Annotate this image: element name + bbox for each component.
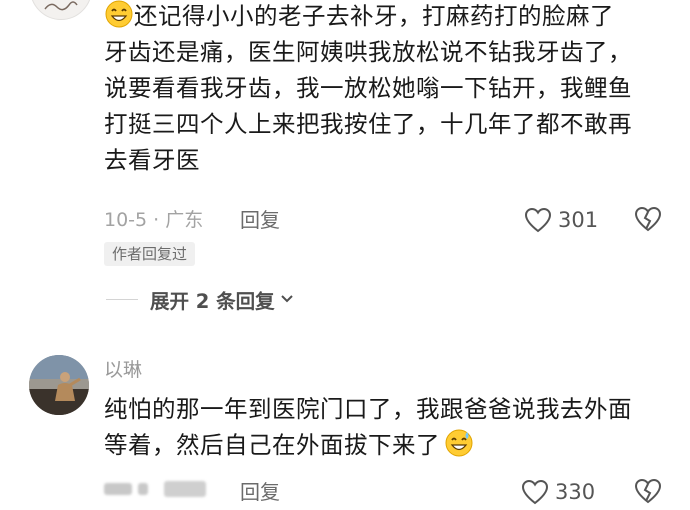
- grinning-sweat-emoji: [104, 0, 134, 29]
- avatar-person-photo: [29, 355, 89, 415]
- broken-heart-icon: [634, 478, 662, 504]
- comment-line-1: 还记得小小的老子去补牙，打麻药打的脸麻了: [104, 0, 670, 34]
- comment-body: 还记得小小的老子去补牙，打麻药打的脸麻了 牙齿还是痛，医生阿姨哄我放松说不钻我牙…: [104, 0, 670, 178]
- expand-divider: [106, 298, 138, 300]
- comment-line-2: 牙齿还是痛，医生阿姨哄我放松说不钻我牙齿了，: [104, 38, 632, 66]
- comment-line-5: 去看牙医: [104, 146, 200, 174]
- author-replied-badge: 作者回复过: [104, 242, 196, 266]
- comment-text-1: 还记得小小的老子去补牙，打麻药打的脸麻了: [134, 2, 614, 30]
- dislike-button[interactable]: [634, 206, 664, 236]
- like-count: 301: [558, 208, 599, 232]
- expand-replies-button[interactable]: 展开 2 条回复: [106, 284, 295, 314]
- broken-heart-icon: [634, 206, 662, 232]
- like-button[interactable]: 301: [524, 205, 598, 235]
- expand-replies-label: 展开 2 条回复: [150, 289, 275, 313]
- comment-line-1: 纯怕的那一年到医院门口了，我跟爸爸说我去外面: [104, 395, 632, 423]
- comment-line-3: 说要看看我牙齿，我一放松她嗡一下钻开，我鲤鱼: [104, 74, 632, 102]
- blurred-date-location: [104, 481, 206, 497]
- avatar[interactable]: [29, 355, 89, 415]
- heart-icon: [521, 479, 549, 505]
- comment-line-2: 等着，然后自己在外面拔下来了: [104, 427, 670, 463]
- comment-date-location-blurred: [104, 477, 208, 507]
- avatar[interactable]: [30, 0, 92, 20]
- comment-date-location: 10-5 · 广东: [104, 209, 204, 231]
- username[interactable]: 以琳: [104, 356, 142, 384]
- grinning-sweat-emoji: [444, 428, 474, 458]
- heart-icon: [524, 207, 552, 233]
- comment-body: 纯怕的那一年到医院门口了，我跟爸爸说我去外面 等着，然后自己在外面拔下来了: [104, 391, 670, 463]
- comment-line-4: 打挺三四个人上来把我按住了，十几年了都不敢再: [104, 110, 632, 138]
- chevron-down-icon: [280, 295, 293, 303]
- reply-button[interactable]: 回复: [240, 477, 280, 507]
- like-button[interactable]: 330: [521, 477, 595, 507]
- reply-button[interactable]: 回复: [240, 205, 280, 235]
- like-count: 330: [555, 480, 596, 504]
- comment-text-2: 等着，然后自己在外面拔下来了: [104, 431, 440, 459]
- dislike-button[interactable]: [634, 478, 664, 508]
- avatar-doodle-icon: [44, 1, 78, 11]
